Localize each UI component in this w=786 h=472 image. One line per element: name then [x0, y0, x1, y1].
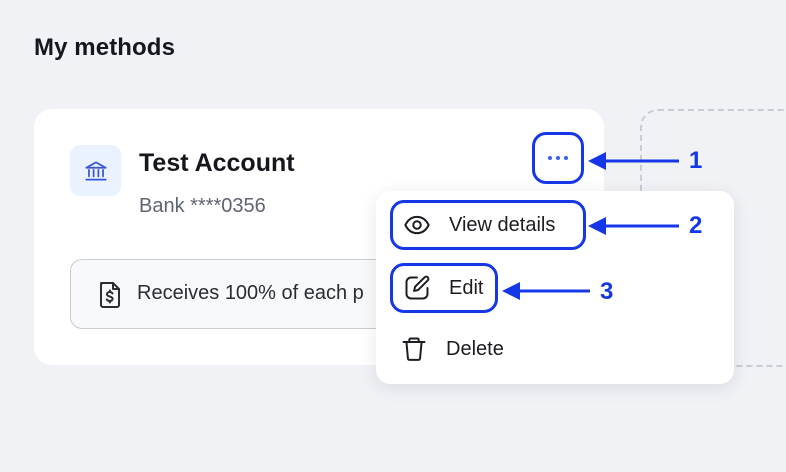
more-horizontal-icon: [548, 156, 568, 160]
menu-item-label: View details: [449, 213, 556, 236]
account-name: Test Account: [139, 149, 295, 177]
callout-number-1: 1: [689, 147, 703, 174]
dollar-document-icon: [97, 280, 123, 315]
options-menu: View details Edit Delete: [376, 191, 734, 384]
menu-item-edit[interactable]: Edit: [390, 263, 498, 313]
receives-text: Receives 100% of each p: [137, 282, 364, 304]
callout-number-3: 3: [600, 278, 614, 305]
trash-icon: [400, 335, 428, 363]
menu-item-delete[interactable]: Delete: [390, 324, 560, 374]
callout-number-2: 2: [689, 212, 703, 239]
more-options-button[interactable]: [532, 132, 584, 184]
menu-item-label: Delete: [446, 337, 504, 360]
eye-icon: [403, 211, 431, 239]
menu-item-view-details[interactable]: View details: [390, 200, 586, 250]
edit-pencil-icon: [403, 274, 431, 302]
page-title: My methods: [34, 34, 176, 61]
account-number: Bank ****0356: [139, 195, 266, 217]
menu-item-label: Edit: [449, 276, 484, 299]
bank-icon: [70, 145, 121, 196]
